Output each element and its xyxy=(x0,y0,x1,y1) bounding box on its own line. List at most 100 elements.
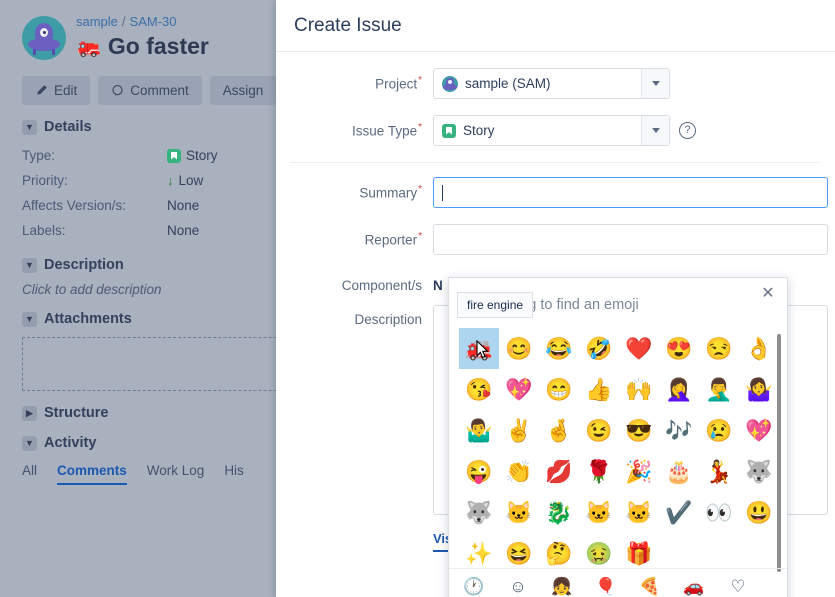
emoji-cell[interactable]: 🤦‍♀️ xyxy=(659,369,699,410)
emoji-cell[interactable]: 🐺 xyxy=(459,492,499,533)
emoji-cell[interactable]: 🤷‍♂️ xyxy=(459,410,499,451)
nature-category[interactable]: 🎈 xyxy=(595,577,617,597)
emoji-cell[interactable]: 🐱 xyxy=(619,492,659,533)
activity-tab-work-log[interactable]: Work Log xyxy=(147,463,205,485)
emoji-cell[interactable]: 😉 xyxy=(579,410,619,451)
emoji-cell[interactable]: 🤔 xyxy=(539,533,579,568)
details-section-header[interactable]: ▼ Details xyxy=(22,119,290,135)
arrow-down-icon: ↓ xyxy=(167,173,174,188)
assign-button[interactable]: Assign xyxy=(209,76,277,105)
emoji-cell[interactable]: 😊 xyxy=(499,328,539,369)
emoji-cell[interactable]: 🤞 xyxy=(539,410,579,451)
emoji-cell[interactable]: 🌹 xyxy=(579,451,619,492)
help-icon[interactable]: ? xyxy=(679,122,696,139)
emoji-cell[interactable]: 😘 xyxy=(459,369,499,410)
emoji-cell[interactable]: 😢 xyxy=(699,410,739,451)
breadcrumb-project-link[interactable]: sample xyxy=(76,14,118,29)
attachments-section-header[interactable]: ▼ Attachments xyxy=(22,311,290,327)
attachments-heading: Attachments xyxy=(44,311,132,327)
emoji-cell[interactable]: 👌 xyxy=(739,328,779,369)
project-field-label: Project* xyxy=(375,75,422,92)
emoji-cell[interactable]: 😁 xyxy=(539,369,579,410)
field-row-reporter: Reporter* xyxy=(276,224,835,255)
emoji-cell[interactable]: 😎 xyxy=(619,410,659,451)
emoji-cell[interactable]: 🐉 xyxy=(539,492,579,533)
details-section: ▼ Details Type: Story Priority: ↓ Low Af… xyxy=(0,105,290,243)
emoji-cell[interactable]: 😂 xyxy=(539,328,579,369)
required-marker: * xyxy=(418,122,422,133)
breadcrumb-issue-key-link[interactable]: SAM-30 xyxy=(130,14,177,29)
emoji-cell[interactable]: 🎶 xyxy=(659,410,699,451)
emoji-cell[interactable]: 😍 xyxy=(659,328,699,369)
emoji-cell[interactable]: 💃 xyxy=(699,451,739,492)
emoji-cell[interactable]: 🤣 xyxy=(579,328,619,369)
activity-tab-history[interactable]: His xyxy=(224,463,244,485)
chevron-down-icon[interactable] xyxy=(641,69,669,98)
emoji-cell[interactable]: ✌️ xyxy=(499,410,539,451)
emoji-cell[interactable]: 😃 xyxy=(739,492,779,533)
emoji-cell[interactable]: 😒 xyxy=(699,328,739,369)
emoji-cell[interactable]: 😆 xyxy=(499,533,539,568)
detail-row-affects-version: Affects Version/s: None xyxy=(22,193,290,218)
emoji-cell[interactable]: 🤷‍♀️ xyxy=(739,369,779,410)
close-icon[interactable]: ✕ xyxy=(758,284,778,304)
emoji-cell[interactable]: 💋 xyxy=(539,451,579,492)
detail-value-text: Story xyxy=(186,148,218,163)
emoji-cell[interactable]: 🎂 xyxy=(659,451,699,492)
required-marker: * xyxy=(418,231,422,242)
emoji-cell[interactable]: ✨ xyxy=(459,533,499,568)
edit-button[interactable]: Edit xyxy=(22,76,91,105)
emoji-cell[interactable]: 💖 xyxy=(739,410,779,451)
required-marker: * xyxy=(418,75,422,86)
emoji-cell[interactable]: 😜 xyxy=(459,451,499,492)
emoji-cell[interactable]: 🤢 xyxy=(579,533,619,568)
issue-type-select-value: Story xyxy=(463,123,495,138)
emoji-scrollbar[interactable] xyxy=(777,334,781,572)
details-rows: Type: Story Priority: ↓ Low Affects Vers… xyxy=(22,143,290,243)
emoji-cell[interactable]: 👏 xyxy=(499,451,539,492)
recent-category[interactable]: 🕐 xyxy=(463,577,485,597)
nature-icon: 🎈 xyxy=(595,576,617,596)
emoji-cell[interactable]: ✔️ xyxy=(659,492,699,533)
modal-title: Create Issue xyxy=(294,14,402,36)
activity-section-header[interactable]: ▼ Activity xyxy=(22,435,290,451)
emoji-cell[interactable]: 🤦‍♂️ xyxy=(699,369,739,410)
chevron-down-icon[interactable] xyxy=(641,116,669,145)
issue-type-select[interactable]: Story xyxy=(433,115,670,146)
page-title: 🚒 Go faster xyxy=(76,33,209,60)
description-placeholder[interactable]: Click to add description xyxy=(22,282,290,297)
emoji-cell[interactable]: 👍 xyxy=(579,369,619,410)
structure-section-header[interactable]: ▶ Structure xyxy=(22,405,290,421)
emoji-cell[interactable]: 💖 xyxy=(499,369,539,410)
activity-tab-comments[interactable]: Comments xyxy=(57,463,127,485)
emoji-cell[interactable]: 🎁 xyxy=(619,533,659,568)
emoji-grid-container[interactable]: 🚒😊😂🤣❤️😍😒👌😘💖😁👍🙌🤦‍♀️🤦‍♂️🤷‍♀️🤷‍♂️✌️🤞😉😎🎶😢💖😜👏… xyxy=(449,328,787,568)
project-select[interactable]: sample (SAM) xyxy=(433,68,670,99)
emoji-cell[interactable]: 👀 xyxy=(699,492,739,533)
people-category[interactable]: 👧 xyxy=(551,577,573,597)
emoji-category-tabs: 🕐 ☺ 👧 🎈 🍕 🚗 ♡ xyxy=(449,568,787,597)
component-value[interactable]: N xyxy=(433,271,443,293)
comment-button-label: Comment xyxy=(130,83,189,98)
emoji-cell[interactable]: 🐱 xyxy=(579,492,619,533)
story-icon xyxy=(442,123,456,138)
objects-category[interactable]: ♡ xyxy=(727,577,749,597)
mouse-cursor-icon xyxy=(476,339,489,359)
activity-tab-all[interactable]: All xyxy=(22,463,37,485)
structure-section: ▶ Structure xyxy=(0,391,290,421)
comment-button[interactable]: Comment xyxy=(98,76,202,105)
food-category[interactable]: 🍕 xyxy=(639,577,661,597)
emoji-cell[interactable]: 🙌 xyxy=(619,369,659,410)
reporter-input[interactable] xyxy=(433,224,828,255)
attachment-dropzone[interactable] xyxy=(22,337,290,391)
description-section-header[interactable]: ▼ Description xyxy=(22,257,290,273)
smileys-category[interactable]: ☺ xyxy=(507,577,529,597)
travel-category[interactable]: 🚗 xyxy=(683,577,705,597)
emoji-cell[interactable]: 🚒 xyxy=(459,328,499,369)
summary-input[interactable] xyxy=(433,177,828,208)
emoji-cell[interactable]: ❤️ xyxy=(619,328,659,369)
emoji-cell[interactable]: 🐱 xyxy=(499,492,539,533)
emoji-cell[interactable]: 🐺 xyxy=(739,451,779,492)
pencil-icon xyxy=(35,84,48,97)
emoji-cell[interactable]: 🎉 xyxy=(619,451,659,492)
